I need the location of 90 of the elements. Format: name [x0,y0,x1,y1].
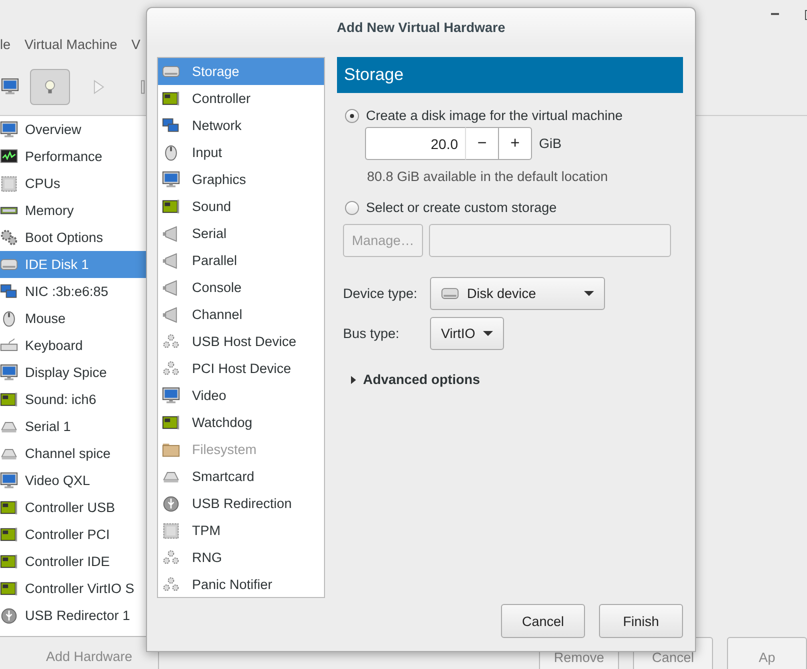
monitor-icon [1,78,19,96]
advanced-options-expander[interactable]: Advanced options [351,372,480,387]
card-icon [0,552,18,570]
category-item[interactable]: Panic Notifier [158,571,324,598]
mouse-icon [162,144,180,162]
menu-item[interactable]: V [129,36,142,52]
usb-icon [162,494,180,512]
field-label: Bus type: [343,326,400,341]
category-item[interactable]: Video [158,382,324,409]
gears-icon [162,548,180,566]
chip-icon [162,522,180,540]
sidebar-item[interactable]: Memory [0,197,158,224]
menu-item[interactable]: Virtual Machine [22,36,120,52]
category-item[interactable]: USB Host Device [158,328,324,355]
category-item[interactable]: Network [158,112,324,139]
sidebar-item[interactable]: NIC :3b:e6:85 [0,278,158,305]
chart-icon [0,148,18,166]
card-icon [0,390,18,408]
category-item[interactable]: TPM [158,517,324,544]
sidebar-item[interactable]: USB Redirector 1 [0,602,158,629]
bus-type-dropdown[interactable]: VirtIO [430,317,504,350]
sidebar-item[interactable]: Boot Options [0,224,158,251]
monitor-icon [162,170,180,188]
dialog-title: Add New Virtual Hardware [336,20,506,34]
sidebar-item[interactable]: Display Spice [0,359,158,386]
radio-button[interactable] [345,200,359,214]
sidebar-item[interactable]: Overview [0,116,158,143]
sidebar-item[interactable]: Serial 1 [0,413,158,440]
chip-icon [0,174,18,192]
card-icon [162,414,180,432]
plug-icon [162,224,180,242]
card-icon [162,90,180,108]
category-item[interactable]: Watchdog [158,409,324,436]
decrement-button[interactable]: − [466,127,499,160]
category-item[interactable]: USB Redirection [158,490,324,517]
category-item[interactable]: Serial [158,220,324,247]
unit-label: GiB [539,136,562,151]
gears-icon [162,360,180,378]
monitor-icon [0,364,18,382]
category-item[interactable]: Console [158,274,324,301]
field-label: Device type: [343,286,418,301]
monitor-icon [0,472,18,490]
plug-icon [162,278,180,296]
category-item[interactable]: Graphics [158,166,324,193]
sidebar-item[interactable]: Sound: ich6 [0,386,158,413]
folder-icon [162,440,180,458]
mouse-icon [0,310,18,328]
sidebar-item[interactable]: Controller VirtIO S [0,575,158,602]
size-field[interactable]: 20.0 [365,127,466,160]
radio-button[interactable] [345,108,359,122]
card-icon [162,198,180,216]
sidebar-item[interactable]: CPUs [0,170,158,197]
card-icon [0,526,18,544]
available-space-text: 80.8 GiB available in the default location [367,169,609,184]
category-item[interactable]: Smartcard [158,463,324,490]
sidebar-item[interactable]: Performance [0,143,158,170]
dialog-button[interactable]: Cancel [501,604,585,638]
path-field[interactable] [429,224,671,257]
gears-icon [162,332,180,350]
card-icon [0,580,18,598]
network-icon [0,282,18,300]
section-header: Storage [337,57,683,93]
gear-icon [0,228,18,246]
menu-item[interactable]: le [0,36,13,52]
dialog-button[interactable]: Finish [599,604,683,638]
category-item[interactable]: RNG [158,544,324,571]
category-item[interactable]: PCI Host Device [158,355,324,382]
category-item[interactable]: Channel [158,301,324,328]
radio-label[interactable]: Create a disk image for the virtual machine [366,108,623,123]
device-type-dropdown[interactable]: Disk device [430,277,605,310]
sidebar-item[interactable]: Controller IDE [0,548,158,575]
sidebar-item[interactable]: Video QXL [0,467,158,494]
category-item[interactable]: Input [158,139,324,166]
sidebar-item[interactable]: Keyboard [0,332,158,359]
category-item[interactable]: Controller [158,85,324,112]
sidebar-item[interactable]: Channel spice [0,440,158,467]
plug-icon [162,252,180,270]
sidebar-item[interactable]: Mouse [0,305,158,332]
category-item[interactable]: Sound [158,193,324,220]
sidebar-item[interactable]: Controller PCI [0,521,158,548]
sidebar-item[interactable]: Controller USB [0,494,158,521]
increment-button[interactable]: + [499,127,532,160]
monitor-icon [162,386,180,404]
monitor-icon [0,120,18,138]
category-item[interactable]: Parallel [158,247,324,274]
radio-label[interactable]: Select or create custom storage [366,200,557,215]
card-icon [0,498,18,516]
gears-icon [162,576,180,594]
plug-icon [162,306,180,324]
network-icon [162,116,180,134]
